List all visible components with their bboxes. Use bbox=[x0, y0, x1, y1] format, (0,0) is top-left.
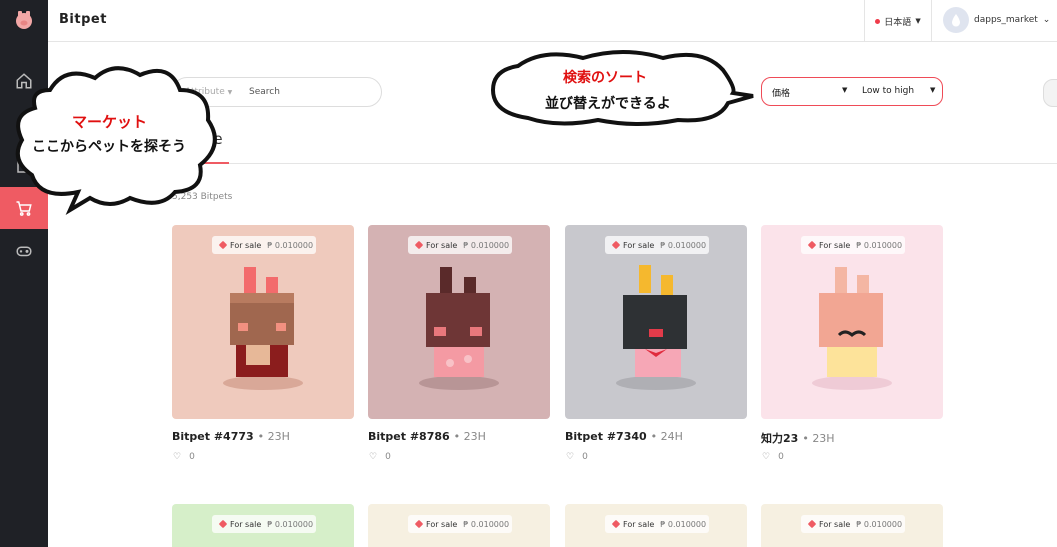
like-count: 0 bbox=[778, 452, 784, 462]
sort-controls: 価格 ▼ Low to high ▼ bbox=[761, 77, 943, 106]
user-menu[interactable]: dapps_market ⌄ bbox=[943, 7, 1050, 33]
sale-badge: For sale ₱ 0.010000 bbox=[801, 236, 905, 254]
sale-price: ₱ 0.010000 bbox=[660, 240, 707, 250]
sale-price: ₱ 0.010000 bbox=[463, 240, 510, 250]
pet-image bbox=[419, 267, 499, 390]
tag-icon bbox=[807, 519, 817, 529]
pet-card[interactable]: For sale ₱ 0.010000 bbox=[761, 504, 943, 547]
pet-card[interactable]: For sale ₱ 0.010000 bbox=[565, 225, 747, 419]
tag-icon bbox=[414, 519, 424, 529]
sidebar-item-games[interactable] bbox=[0, 230, 48, 272]
filter-toggle-button[interactable] bbox=[1043, 79, 1057, 107]
like-count: 0 bbox=[189, 452, 195, 462]
sale-badge: For sale ₱ 0.010000 bbox=[605, 515, 709, 533]
sale-badge: For sale ₱ 0.010000 bbox=[408, 515, 512, 533]
tag-icon bbox=[807, 240, 817, 250]
heart-icon: ♡ bbox=[566, 452, 575, 462]
pet-age: • 23H bbox=[257, 430, 290, 443]
pet-image bbox=[223, 267, 303, 390]
language-label: 日本語 bbox=[884, 17, 912, 28]
pet-card[interactable]: For sale ₱ 0.010000 bbox=[172, 504, 354, 547]
chevron-down-icon: ▼ bbox=[930, 86, 936, 94]
like-button[interactable]: ♡ 0 bbox=[762, 452, 784, 462]
like-count: 0 bbox=[582, 452, 588, 462]
language-selector[interactable]: 日本語 ▼ bbox=[864, 0, 932, 42]
chevron-down-icon: ▼ bbox=[915, 17, 921, 25]
top-bar: Bitpet 日本語 ▼ dapps_market ⌄ bbox=[48, 0, 1057, 42]
tag-icon bbox=[218, 519, 228, 529]
market-callout-body: ここからペットを探そう bbox=[32, 139, 186, 155]
sort-callout-body: 並び替えができるよ bbox=[545, 96, 671, 112]
sale-badge: For sale ₱ 0.010000 bbox=[212, 515, 316, 533]
username: dapps_market bbox=[974, 15, 1038, 25]
sale-status: For sale bbox=[819, 519, 851, 529]
chevron-down-icon: ▼ bbox=[842, 86, 848, 94]
sale-status: For sale bbox=[819, 240, 851, 250]
sale-status: For sale bbox=[623, 240, 655, 250]
chevron-down-icon: ⌄ bbox=[1042, 15, 1051, 25]
like-button[interactable]: ♡ 0 bbox=[369, 452, 391, 462]
pet-card[interactable]: For sale ₱ 0.010000 bbox=[368, 225, 550, 419]
sort-callout-bubble bbox=[490, 50, 754, 126]
sort-field-select[interactable]: 価格 bbox=[772, 86, 790, 99]
globe-dot-icon bbox=[875, 18, 881, 24]
pig-logo-icon[interactable] bbox=[12, 8, 36, 32]
chevron-down-icon: ▼ bbox=[227, 89, 233, 96]
sale-price: ₱ 0.010000 bbox=[267, 240, 314, 250]
pet-image bbox=[812, 267, 892, 390]
heart-icon: ♡ bbox=[369, 452, 378, 462]
pet-card[interactable]: For sale ₱ 0.010000 bbox=[761, 225, 943, 419]
pet-name[interactable]: Bitpet #7340 • 24H bbox=[565, 430, 683, 443]
pet-name-text: Bitpet #7340 bbox=[565, 430, 647, 443]
pet-image bbox=[616, 265, 696, 390]
sale-price: ₱ 0.010000 bbox=[463, 519, 510, 529]
sale-price: ₱ 0.010000 bbox=[267, 519, 314, 529]
sale-price: ₱ 0.010000 bbox=[856, 240, 903, 250]
sale-status: For sale bbox=[623, 519, 655, 529]
pet-age: • 23H bbox=[453, 430, 486, 443]
gamepad-icon bbox=[16, 246, 32, 257]
pet-name-text: Bitpet #4773 bbox=[172, 430, 254, 443]
sale-status: For sale bbox=[426, 240, 458, 250]
sale-status: For sale bbox=[230, 519, 262, 529]
market-callout-title: マーケット bbox=[72, 113, 148, 131]
sale-status: For sale bbox=[426, 519, 458, 529]
pet-name[interactable]: 知力23 • 23H bbox=[761, 430, 835, 446]
pet-name-text: Bitpet #8786 bbox=[368, 430, 450, 443]
sale-badge: For sale ₱ 0.010000 bbox=[212, 236, 316, 254]
pet-card[interactable]: For sale ₱ 0.010000 bbox=[368, 504, 550, 547]
pet-age: • 24H bbox=[650, 430, 683, 443]
pet-age: • 23H bbox=[802, 432, 835, 445]
pet-name[interactable]: Bitpet #4773 • 23H bbox=[172, 430, 290, 443]
sale-badge: For sale ₱ 0.010000 bbox=[801, 515, 905, 533]
tag-icon bbox=[611, 240, 621, 250]
pet-name[interactable]: Bitpet #8786 • 23H bbox=[368, 430, 486, 443]
app-title: Bitpet bbox=[59, 12, 107, 27]
heart-icon: ♡ bbox=[762, 452, 771, 462]
sort-order-select[interactable]: Low to high bbox=[862, 86, 914, 96]
tag-icon bbox=[611, 519, 621, 529]
like-count: 0 bbox=[385, 452, 391, 462]
tag-icon bbox=[414, 240, 424, 250]
sort-callout-title: 検索のソート bbox=[563, 70, 647, 86]
sale-badge: For sale ₱ 0.010000 bbox=[605, 236, 709, 254]
like-button[interactable]: ♡ 0 bbox=[173, 452, 195, 462]
sale-status: For sale bbox=[230, 240, 262, 250]
search-input[interactable]: Search bbox=[249, 87, 280, 97]
tag-icon bbox=[218, 240, 228, 250]
pet-name-text: 知力23 bbox=[761, 432, 799, 445]
pet-card[interactable]: For sale ₱ 0.010000 bbox=[565, 504, 747, 547]
pet-card[interactable]: For sale ₱ 0.010000 bbox=[172, 225, 354, 419]
sale-badge: For sale ₱ 0.010000 bbox=[408, 236, 512, 254]
sale-price: ₱ 0.010000 bbox=[660, 519, 707, 529]
avatar bbox=[943, 7, 969, 33]
sale-price: ₱ 0.010000 bbox=[856, 519, 903, 529]
like-button[interactable]: ♡ 0 bbox=[566, 452, 588, 462]
heart-icon: ♡ bbox=[173, 452, 182, 462]
